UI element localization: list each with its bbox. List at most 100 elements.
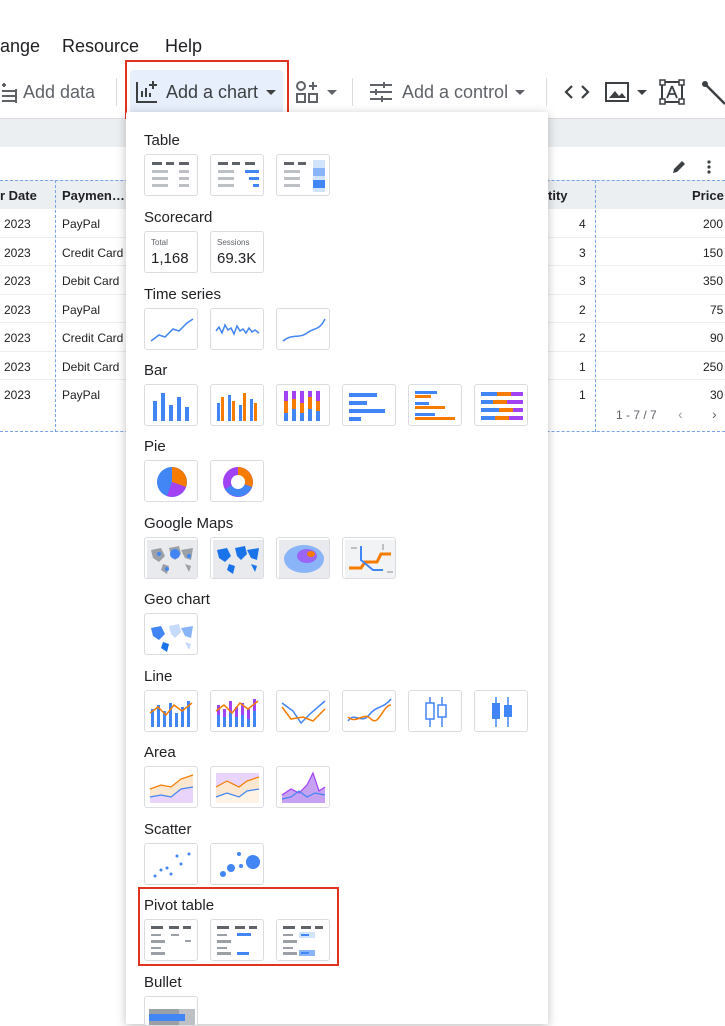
cell-quantity: 1 (579, 360, 586, 374)
embed-code-button[interactable] (562, 66, 592, 118)
cell-quantity: 3 (579, 246, 586, 260)
chart-option-column[interactable] (144, 384, 198, 426)
chart-option-table-heatmap[interactable] (276, 154, 330, 196)
chart-option-pivot-table-heatmap[interactable] (276, 919, 330, 961)
chart-option-area[interactable] (144, 766, 198, 808)
section-label-area: Area (144, 744, 176, 761)
add-chart-label: Add a chart (166, 82, 259, 102)
chart-option-grouped-bar[interactable] (408, 384, 462, 426)
image-button[interactable] (604, 66, 647, 118)
add-data-button[interactable]: Add data (0, 66, 95, 118)
chart-option-grouped-column[interactable] (210, 384, 264, 426)
chart-option-smoothed-line[interactable] (342, 690, 396, 732)
cell-price: 75 (710, 303, 724, 317)
community-visualizations-button[interactable] (294, 66, 337, 118)
chevron-right-icon[interactable]: › (712, 406, 717, 422)
chart-option-bar[interactable] (342, 384, 396, 426)
cell-date: 2023 (4, 246, 31, 260)
edit-icon[interactable] (671, 159, 687, 180)
chart-option-pivot-table-bars[interactable] (210, 919, 264, 961)
chart-option-bubble[interactable] (210, 843, 264, 885)
cell-payment: PayPal (62, 303, 101, 317)
chart-option-candlestick[interactable] (408, 690, 462, 732)
chevron-down-icon (637, 89, 647, 95)
scorecard-caption: Total (151, 238, 168, 247)
menu-item-resource[interactable]: Resource (62, 36, 139, 57)
cell-quantity: 1 (579, 388, 586, 402)
section-label-table: Table (144, 132, 180, 149)
chart-option-pie[interactable] (144, 460, 198, 502)
add-control-button[interactable]: Add a control (368, 66, 526, 118)
cell-date: 2023 (4, 274, 31, 288)
chart-option-stacked-combo[interactable] (210, 690, 264, 732)
chart-option-stacked-column[interactable] (276, 384, 330, 426)
cell-date: 2023 (4, 303, 31, 317)
chart-option-geo-chart[interactable] (144, 613, 198, 655)
section-label-pivot-table: Pivot table (144, 897, 215, 914)
cell-quantity: 2 (579, 331, 586, 345)
chart-option-100-area[interactable] (276, 766, 330, 808)
chart-option-bullet[interactable] (144, 996, 198, 1026)
add-control-label: Add a control (402, 81, 509, 102)
column-header-payment[interactable]: Paymen… (62, 188, 125, 203)
chart-option-pivot-table[interactable] (144, 919, 198, 961)
cell-payment: Credit Card (62, 331, 124, 345)
column-header-quantity[interactable]: tity (548, 188, 568, 203)
chart-option-time-series[interactable] (144, 308, 198, 350)
text-box-button[interactable] (658, 66, 686, 118)
line-icon (702, 81, 725, 105)
chevron-left-icon[interactable]: ‹ (678, 406, 683, 422)
chart-option-table[interactable] (144, 154, 198, 196)
chart-option-bubble-map[interactable] (144, 537, 198, 579)
chart-option-heatmap-map[interactable] (276, 537, 330, 579)
column-header-date[interactable]: r Date (0, 188, 37, 203)
chart-option-combo[interactable] (144, 690, 198, 732)
chart-option-stacked-area[interactable] (210, 766, 264, 808)
cell-quantity: 4 (579, 217, 586, 231)
chart-option-scorecard-compact[interactable]: Sessions 69.3K (210, 231, 264, 273)
chart-option-table-bars[interactable] (210, 154, 264, 196)
chart-option-line-chart[interactable] (276, 690, 330, 732)
menu-item-arrange[interactable]: ange (0, 36, 40, 57)
chart-option-ohlc[interactable] (474, 690, 528, 732)
add-data-icon (2, 83, 17, 103)
chart-option-filled-map[interactable] (210, 537, 264, 579)
chart-option-donut[interactable] (210, 460, 264, 502)
cell-payment: Credit Card (62, 246, 124, 260)
chart-option-sparkline[interactable] (210, 308, 264, 350)
cell-payment: PayPal (62, 388, 101, 402)
cell-date: 2023 (4, 217, 31, 231)
column-divider (55, 180, 56, 432)
chart-option-scatter[interactable] (144, 843, 198, 885)
chevron-down-icon (327, 89, 337, 95)
control-icon (370, 82, 392, 102)
section-label-google-maps: Google Maps (144, 515, 234, 532)
cell-price: 350 (703, 274, 724, 288)
chart-option-stacked-bar[interactable] (474, 384, 528, 426)
menu-item-help[interactable]: Help (165, 36, 202, 57)
column-header-price[interactable]: Price (692, 188, 724, 203)
cell-price: 250 (703, 360, 724, 374)
cell-payment: Debit Card (62, 274, 120, 288)
toolbar-divider (352, 78, 353, 106)
code-icon (564, 85, 590, 99)
line-button[interactable] (700, 66, 725, 118)
section-label-bullet: Bullet (144, 974, 182, 991)
cell-date: 2023 (4, 360, 31, 374)
cell-date: 2023 (4, 331, 31, 345)
chart-option-line-map[interactable] (342, 537, 396, 579)
chart-option-scorecard[interactable]: Total 1,168 (144, 231, 198, 273)
more-vert-icon[interactable] (704, 159, 714, 180)
add-chart-icon (134, 79, 160, 110)
column-divider (595, 180, 596, 432)
menu-bar: ange Resource Help (0, 0, 725, 64)
cell-price: 30 (710, 388, 724, 402)
cell-price: 200 (703, 217, 724, 231)
chart-picker-menu: Table Scorecard Total 1,168 Sessions 69.… (126, 112, 548, 1026)
toolbar-divider (116, 78, 117, 106)
text-box-icon (659, 79, 685, 105)
chevron-down-icon (266, 90, 276, 95)
scorecard-value: 1,168 (151, 250, 189, 267)
add-chart-button[interactable]: Add a chart (130, 70, 283, 114)
chart-option-smoothed-time-series[interactable] (276, 308, 330, 350)
